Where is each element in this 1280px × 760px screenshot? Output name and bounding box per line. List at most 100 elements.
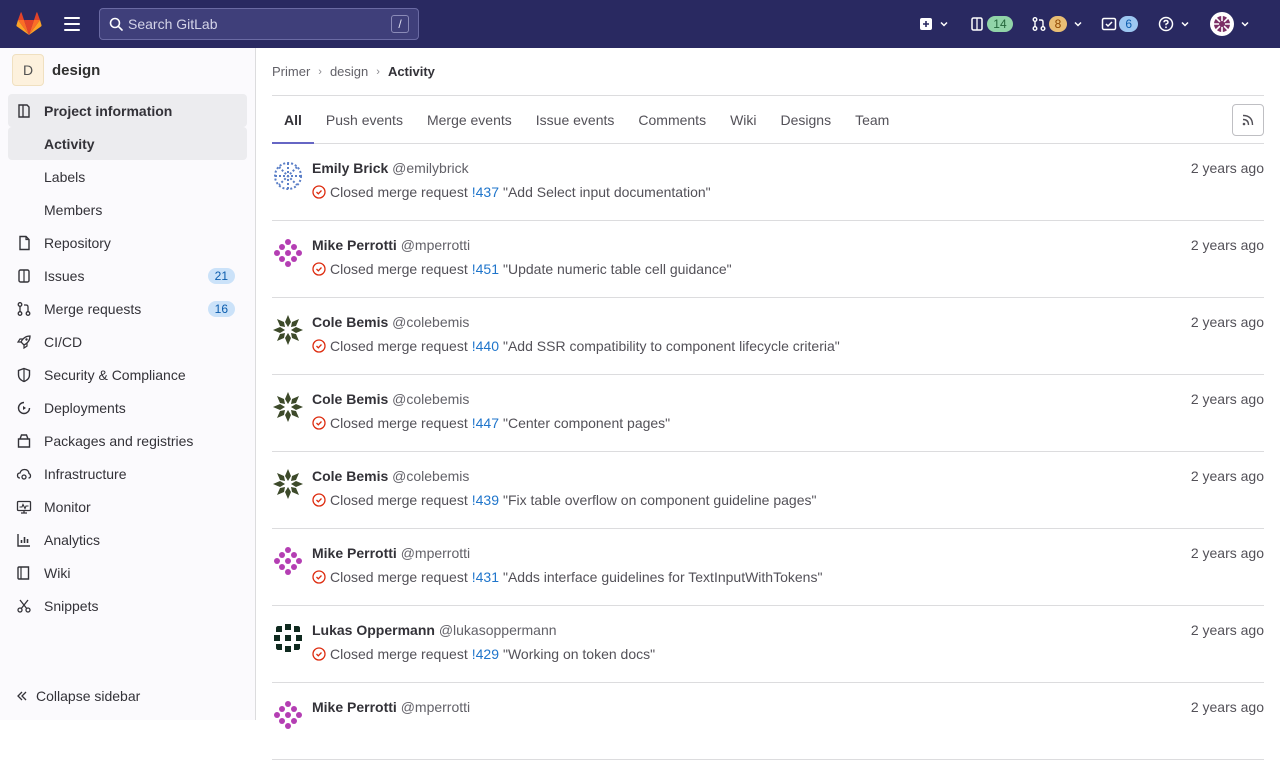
sidebar-item-project-information[interactable]: Project information [8, 94, 247, 127]
top-navbar: Search GitLab / 14 8 6 [0, 0, 1280, 48]
merge-request-title: "Adds interface guidelines for TextInput… [503, 569, 823, 585]
deployments-icon [16, 400, 32, 416]
author-username[interactable]: @colebemis [392, 468, 469, 484]
user-avatar[interactable] [272, 314, 304, 346]
rss-feed-button[interactable] [1232, 104, 1264, 136]
breadcrumb-link-primer[interactable]: Primer [272, 64, 310, 79]
sidebar-item-label: Repository [44, 234, 111, 251]
user-avatar[interactable] [272, 391, 304, 423]
sidebar-item-wiki[interactable]: Wiki [8, 556, 247, 589]
merge-request-title: "Fix table overflow on component guideli… [503, 492, 817, 508]
project-header[interactable]: D design [0, 48, 255, 92]
help-button[interactable] [1152, 8, 1196, 40]
tab-wiki[interactable]: Wiki [718, 96, 768, 143]
search-placeholder: Search GitLab [128, 16, 218, 32]
tab-all[interactable]: All [272, 96, 314, 144]
todos-nav-button[interactable]: 6 [1095, 8, 1144, 40]
user-avatar[interactable] [272, 468, 304, 500]
user-avatar[interactable] [272, 237, 304, 269]
author-name[interactable]: Emily Brick [312, 160, 388, 176]
sidebar-item-security-compliance[interactable]: Security & Compliance [8, 358, 247, 391]
sidebar-item-packages-registries[interactable]: Packages and registries [8, 424, 247, 457]
sidebar-item-snippets[interactable]: Snippets [8, 589, 247, 622]
tab-designs[interactable]: Designs [769, 96, 844, 143]
sidebar-item-merge-requests[interactable]: Merge requests 16 [8, 292, 247, 325]
author-username[interactable]: @emilybrick [392, 160, 468, 176]
rss-icon [1242, 114, 1254, 126]
sidebar-item-label: Deployments [44, 399, 126, 416]
event-action: Closed merge request [330, 184, 468, 200]
merge-request-link[interactable]: !451 [472, 261, 499, 277]
author-name[interactable]: Mike Perrotti [312, 699, 397, 715]
breadcrumb-link-design[interactable]: design [330, 64, 368, 79]
tab-comments[interactable]: Comments [626, 96, 718, 143]
merge-request-link[interactable]: !431 [472, 569, 499, 585]
author-name[interactable]: Mike Perrotti [312, 545, 397, 561]
author-name[interactable]: Mike Perrotti [312, 237, 397, 253]
author-name[interactable]: Lukas Oppermann [312, 622, 435, 638]
sidebar-item-label: Wiki [44, 564, 71, 581]
tab-merge-events[interactable]: Merge events [415, 96, 524, 143]
breadcrumb-current[interactable]: Activity [388, 64, 435, 79]
sidebar-subitem-labels[interactable]: Labels [8, 160, 247, 193]
sidebar-subitem-members[interactable]: Members [8, 193, 247, 226]
author-username[interactable]: @lukasoppermann [439, 622, 557, 638]
sidebar-subitem-activity[interactable]: Activity [8, 127, 247, 160]
chevron-right-icon: › [376, 65, 380, 78]
collapse-sidebar-button[interactable]: Collapse sidebar [0, 672, 255, 720]
sidebar-item-ci-cd[interactable]: CI/CD [8, 325, 247, 358]
user-avatar[interactable] [272, 545, 304, 577]
event-item: Lukas Oppermann @lukasoppermann 2 years a… [272, 606, 1264, 683]
issues-nav-button[interactable]: 14 [963, 8, 1018, 40]
book-icon [16, 565, 32, 581]
user-avatar[interactable] [272, 160, 304, 192]
author-name[interactable]: Cole Bemis [312, 314, 388, 330]
doc-icon [16, 235, 32, 251]
author-username[interactable]: @mperrotti [401, 545, 470, 561]
event-description: Closed merge request !451 "Update numeric … [312, 261, 732, 277]
sidebar-item-label: Packages and registries [44, 432, 194, 449]
user-menu-button[interactable] [1204, 8, 1256, 40]
merge-request-link[interactable]: !447 [472, 415, 499, 431]
create-new-button[interactable] [913, 8, 955, 40]
author-name[interactable]: Cole Bemis [312, 391, 388, 407]
menu-icon[interactable] [64, 17, 80, 31]
sidebar-item-monitor[interactable]: Monitor [8, 490, 247, 523]
sidebar-item-infrastructure[interactable]: Infrastructure [8, 457, 247, 490]
merge-request-closed-icon [312, 262, 326, 276]
event-author: Cole Bemis @colebemis [312, 314, 469, 330]
merge-request-link[interactable]: !439 [472, 492, 499, 508]
cloud-gear-icon [16, 466, 32, 482]
author-username[interactable]: @mperrotti [401, 699, 470, 715]
sidebar-item-analytics[interactable]: Analytics [8, 523, 247, 556]
author-username[interactable]: @colebemis [392, 391, 469, 407]
merge-request-link[interactable]: !437 [472, 184, 499, 200]
tab-push-events[interactable]: Push events [314, 96, 415, 143]
sidebar-item-label: Security & Compliance [44, 366, 186, 383]
event-description: Closed merge request !431 "Adds interface … [312, 569, 822, 585]
scissors-icon [16, 598, 32, 614]
merge-request-link[interactable]: !440 [472, 338, 499, 354]
tab-team[interactable]: Team [843, 96, 901, 143]
project-name: design [52, 61, 101, 79]
author-username[interactable]: @mperrotti [401, 237, 470, 253]
sidebar-item-deployments[interactable]: Deployments [8, 391, 247, 424]
user-avatar[interactable] [272, 622, 304, 654]
gitlab-logo-icon[interactable] [15, 10, 43, 38]
event-description: Closed merge request !447 "Center componen… [312, 415, 670, 431]
project-avatar: D [12, 54, 44, 86]
event-time: 2 years ago [1190, 314, 1264, 330]
project-sidebar: D design Project information Activity La… [0, 48, 256, 720]
merge-requests-nav-button[interactable]: 8 [1025, 8, 1090, 40]
tab-issue-events[interactable]: Issue events [524, 96, 627, 143]
event-time: 2 years ago [1190, 468, 1264, 484]
sidebar-item-label: Activity [44, 135, 95, 152]
author-username[interactable]: @colebemis [392, 314, 469, 330]
author-name[interactable]: Cole Bemis [312, 468, 388, 484]
event-time: 2 years ago [1190, 699, 1264, 715]
search-input[interactable]: Search GitLab / [99, 8, 419, 40]
user-avatar[interactable] [272, 699, 304, 731]
merge-request-link[interactable]: !429 [472, 646, 499, 662]
sidebar-item-repository[interactable]: Repository [8, 226, 247, 259]
sidebar-item-issues[interactable]: Issues 21 [8, 259, 247, 292]
